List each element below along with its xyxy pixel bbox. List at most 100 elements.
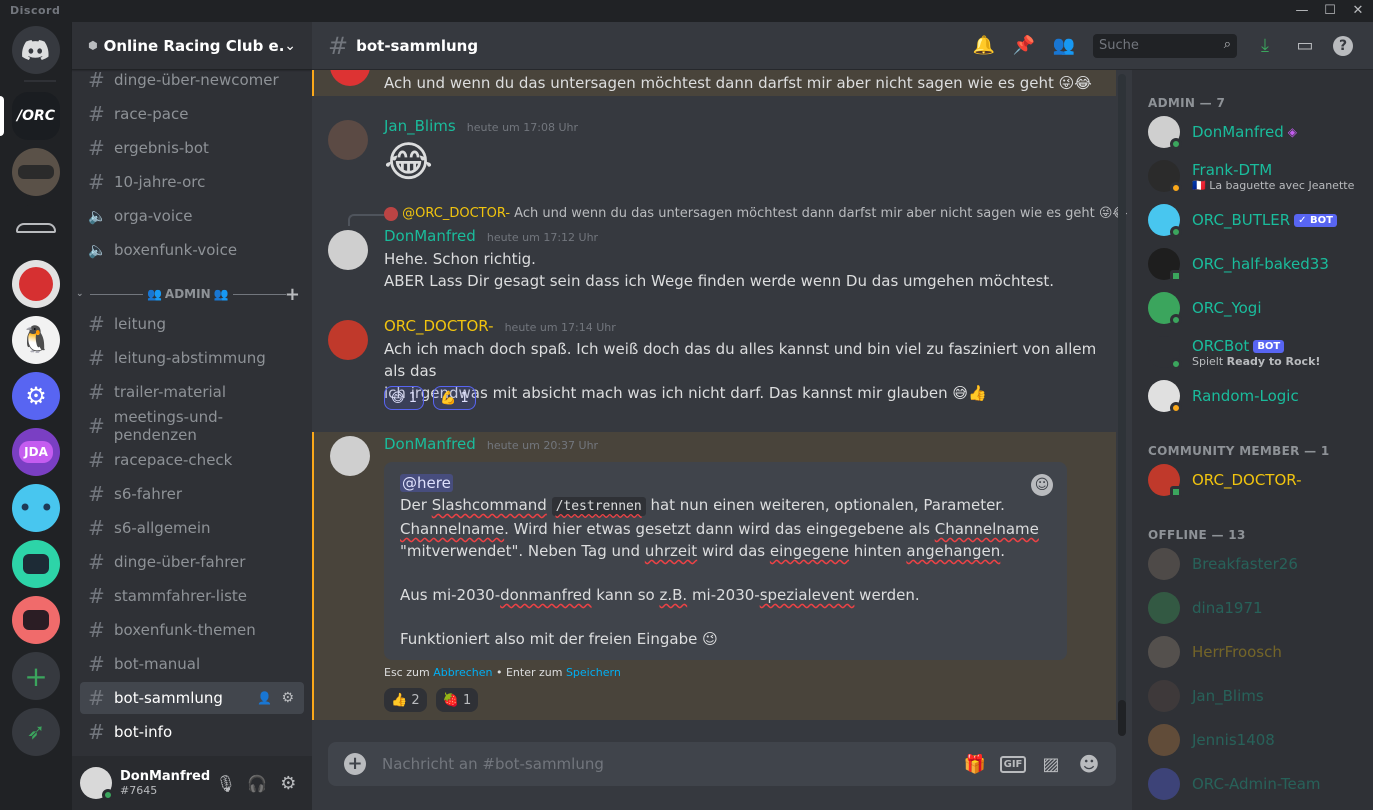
scrollbar[interactable]: [1118, 74, 1126, 736]
edit-message-input[interactable]: ☺ @here Der Slashcommand /testrennen hat…: [384, 462, 1067, 660]
member-item[interactable]: Frank-DTM 🇫🇷 La baguette avec Jeanette: [1140, 154, 1364, 198]
help-icon[interactable]: ?: [1333, 36, 1353, 56]
member-item[interactable]: DonManfred ◈: [1140, 110, 1364, 154]
reaction-button[interactable]: 🍓 1: [435, 688, 479, 712]
member-item[interactable]: Jennis1408: [1140, 718, 1364, 762]
message[interactable]: @ORC_DOCTOR- Ach und wenn du das untersa…: [312, 204, 1128, 304]
member-item[interactable]: Random-Logic: [1140, 374, 1364, 418]
microphone-icon[interactable]: 🎙: [210, 774, 241, 793]
invite-icon[interactable]: 👤: [257, 691, 272, 705]
server-racing-car[interactable]: [12, 148, 60, 196]
member-item[interactable]: ORC_DOCTOR-: [1140, 458, 1364, 502]
download-icon[interactable]: ⤓: [1253, 34, 1277, 58]
add-channel-icon[interactable]: +: [285, 284, 300, 305]
member-list-icon[interactable]: 👥: [1052, 34, 1076, 58]
member-item[interactable]: HerrFroosch: [1140, 630, 1364, 674]
reaction-button[interactable]: 👍 2: [384, 688, 427, 712]
message[interactable]: Jan_Blims heute um 17:08 Uhr 😂: [312, 114, 1116, 194]
server-jda[interactable]: JDA: [12, 428, 60, 476]
pin-icon[interactable]: 📌: [1012, 34, 1036, 58]
home-button[interactable]: [12, 26, 60, 74]
server-discord-dev[interactable]: ⚙: [12, 372, 60, 420]
channel-racepace-check[interactable]: # racepace-check: [80, 444, 304, 476]
channel-s6-allgemein[interactable]: # s6-allgemein: [80, 512, 304, 544]
channel-race-pace[interactable]: # race-pace: [80, 98, 304, 130]
message-continued[interactable]: Ach und wenn du das untersagen möchtest …: [312, 70, 1116, 96]
category-admin[interactable]: ⌄ 👥 ADMIN 👥 +: [76, 284, 308, 305]
server-red-badge[interactable]: [12, 260, 60, 308]
inbox-icon[interactable]: ▭: [1293, 34, 1317, 58]
emoji-icon[interactable]: ☻: [1070, 752, 1108, 776]
channel-leitung-abstimmung[interactable]: # leitung-abstimmung: [80, 342, 304, 374]
channel-trailer-material[interactable]: # trailer-material: [80, 376, 304, 408]
reaction-button[interactable]: 💪 1: [433, 386, 476, 410]
message-author[interactable]: ORC_DOCTOR-: [384, 317, 493, 335]
member-item[interactable]: dina1971: [1140, 586, 1364, 630]
reply-preview[interactable]: @ORC_DOCTOR- Ach und wenn du das untersa…: [384, 206, 1128, 221]
message-author[interactable]: Jan_Blims: [384, 117, 456, 135]
member-item[interactable]: ORC-Admin-Team: [1140, 762, 1364, 806]
member-item[interactable]: Jan_Blims: [1140, 674, 1364, 718]
minimize-icon[interactable]: —: [1288, 0, 1316, 22]
channel-boxenfunk-themen[interactable]: # boxenfunk-themen: [80, 614, 304, 646]
reaction-button[interactable]: 😅 1: [384, 386, 424, 410]
member-item[interactable]: ORC_Yogi: [1140, 286, 1364, 330]
user-info[interactable]: DonManfred #7645: [120, 769, 210, 797]
message-author[interactable]: DonManfred: [384, 227, 476, 245]
server-header[interactable]: ⬢ Online Racing Club e.... ⌄: [72, 22, 312, 70]
server-orc[interactable]: /ORC: [12, 92, 60, 140]
maximize-icon[interactable]: ☐: [1316, 0, 1344, 22]
gear-icon[interactable]: ⚙: [281, 690, 294, 706]
message-composer[interactable]: + Nachricht an #bot-sammlung 🎁 GIF ▨ ☻: [328, 742, 1116, 786]
close-icon[interactable]: ✕: [1344, 0, 1372, 22]
gif-icon[interactable]: GIF: [999, 755, 1027, 773]
avatar[interactable]: [80, 767, 114, 801]
channel-bot-manual[interactable]: # bot-manual: [80, 648, 304, 680]
member-item[interactable]: Breakfaster26: [1140, 542, 1364, 586]
channel-label: s6-allgemein: [114, 519, 211, 537]
channel-bot-sammlung[interactable]: # bot-sammlung 👤 ⚙: [80, 682, 304, 714]
headphones-icon[interactable]: 🎧: [241, 774, 272, 793]
mention[interactable]: @here: [400, 474, 453, 492]
channel-boxenfunk-voice[interactable]: 🔈 boxenfunk-voice: [80, 234, 304, 266]
notification-bell-icon[interactable]: 🔔: [972, 34, 996, 58]
avatar[interactable]: [328, 120, 368, 160]
emoji-picker-icon[interactable]: ☺: [1031, 474, 1053, 496]
save-link[interactable]: Speichern: [566, 666, 621, 679]
add-server-button[interactable]: +: [12, 652, 60, 700]
channel-meetings-und-pendenzen[interactable]: # meetings-und-pendenzen: [80, 408, 304, 444]
channel-s6-fahrer[interactable]: # s6-fahrer: [80, 478, 304, 510]
message-editing[interactable]: DonManfred heute um 20:37 Uhr ☺ @here De…: [312, 432, 1116, 720]
channel-label: stammfahrer-liste: [114, 587, 248, 605]
upload-plus-icon[interactable]: +: [344, 753, 366, 775]
server-green-bot[interactable]: [12, 540, 60, 588]
channel-leitung[interactable]: # leitung: [80, 308, 304, 340]
scroll-thumb[interactable]: [1118, 700, 1126, 736]
search-input[interactable]: Suche ⌕: [1093, 34, 1237, 58]
channel-ergebnis-bot[interactable]: # ergebnis-bot: [80, 132, 304, 164]
avatar[interactable]: [330, 436, 370, 476]
channel-dinge-ueber-fahrer[interactable]: # dinge-über-fahrer: [80, 546, 304, 578]
sticker-icon[interactable]: ▨: [1032, 754, 1070, 775]
server-online-racing[interactable]: [12, 204, 60, 252]
cancel-link[interactable]: Abbrechen: [433, 666, 492, 679]
settings-gear-icon[interactable]: ⚙: [273, 773, 304, 794]
gift-icon[interactable]: 🎁: [956, 754, 994, 775]
message[interactable]: ORC_DOCTOR- heute um 17:14 Uhr Ach ich m…: [312, 314, 1116, 432]
server-red-bot[interactable]: [12, 596, 60, 644]
member-item[interactable]: ORC_BUTLER ✓ BOT: [1140, 198, 1364, 242]
member-item[interactable]: ORCBot BOT Spielt Ready to Rock!: [1140, 330, 1364, 374]
avatar[interactable]: [328, 320, 368, 360]
server-cartoon[interactable]: 🐧: [12, 316, 60, 364]
channel-orga-voice[interactable]: 🔈 orga-voice: [80, 200, 304, 232]
avatar[interactable]: [328, 230, 368, 270]
channel-10-jahre-orc[interactable]: #10-jahre-orc: [80, 166, 304, 198]
channel-dinge-ueber-newcomer[interactable]: # dinge-über-newcomer: [80, 70, 304, 96]
channel-bot-info[interactable]: # bot-info: [80, 716, 304, 748]
message-author[interactable]: DonManfred: [384, 435, 476, 453]
server-smiley[interactable]: • •: [12, 484, 60, 532]
message-line: Ach ich mach doch spaß. Ich weiß doch da…: [384, 340, 1097, 380]
channel-stammfahrer-liste[interactable]: # stammfahrer-liste: [80, 580, 304, 612]
member-item[interactable]: ORC_half-baked33: [1140, 242, 1364, 286]
explore-servers-button[interactable]: ➶: [12, 708, 60, 756]
